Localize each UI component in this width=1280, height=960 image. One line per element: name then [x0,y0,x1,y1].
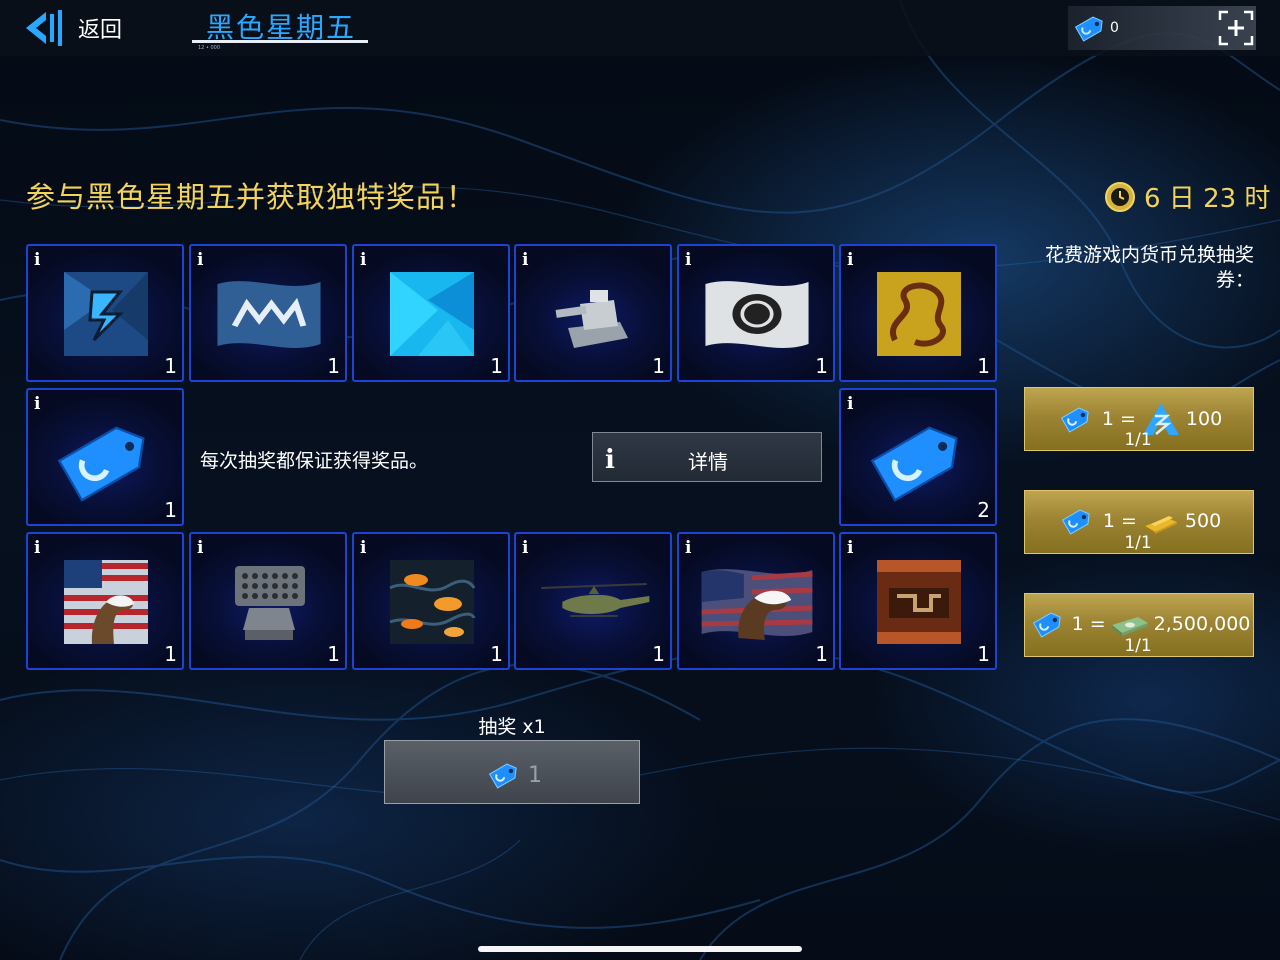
camo-cyan-icon [390,272,474,356]
offer-amount: 500 [1184,510,1222,532]
exchange-title: 花费游戏内货币兑换抽奖券： [1044,244,1254,291]
draw-cost-value: 1 [528,762,542,788]
clock-icon [1105,181,1135,212]
info-icon[interactable]: i [34,396,40,413]
top-bar: 返回 黑色星期五 12 • 000 0 [0,0,1280,56]
info-icon[interactable]: i [522,540,528,557]
offer-lhs: 1 = [1101,408,1136,430]
details-label: 详情 [688,450,728,474]
info-icon[interactable]: i [197,252,203,269]
tab-subtitle: 12 • 000 [198,45,221,51]
back-button[interactable]: 返回 [24,8,122,48]
back-logo-icon [26,10,62,46]
gold-bar-icon [1144,516,1177,534]
prize-cell[interactable]: i 1 [352,244,510,382]
offer-lhs: 1 = [1102,510,1137,532]
sigil-logo-camo-icon [64,272,148,356]
plus-icon[interactable] [1218,10,1254,46]
cash-icon [1111,617,1148,636]
offer-limit: 1/1 [1124,636,1152,656]
info-icon[interactable]: i [197,540,203,557]
flag-white-emblem-icon [705,281,809,348]
prize-qty: 1 [977,642,990,666]
timer-text: 6 日 23 时 [1144,184,1271,214]
back-label: 返回 [78,18,123,43]
info-icon[interactable]: i [685,540,691,557]
offer-amount: 100 [1185,408,1223,430]
prize-cell[interactable]: i 1 [189,244,347,382]
guarantee-text: 每次抽奖都保证获得奖品。 [200,450,429,472]
flag-eagle-icon [701,569,813,640]
lottery-ticket-icon [57,426,145,502]
camo-koi-icon [389,560,476,644]
prize-qty: 1 [490,642,503,666]
prize-qty: 1 [490,354,503,378]
prize-qty: 1 [164,354,177,378]
event-timer: 6 日 23 时 [1104,178,1270,215]
prize-cell[interactable]: i 1 [677,532,835,670]
details-button[interactable]: i 详情 [592,432,822,482]
offer-limit: 1/1 [1124,533,1152,553]
ticket-icon [1074,16,1103,42]
prize-cell[interactable]: i 1 [514,532,672,670]
camo-eagle-flag-icon [64,560,148,644]
prize-qty: 1 [977,354,990,378]
exchange-offer-gold[interactable]: 1 = 500 1/1 [1024,490,1254,554]
exchange-offer-cash[interactable]: 1 = 2,500,000 1/1 [1024,593,1254,657]
prize-qty: 1 [327,642,340,666]
prize-cell[interactable]: i 1 [514,244,672,382]
draw-button[interactable]: 1 [384,740,640,804]
home-indicator[interactable] [478,946,802,952]
info-icon[interactable]: i [847,252,853,269]
exchange-offer-premium[interactable]: 1 = 100 1/1 [1024,387,1254,451]
prize-qty: 1 [815,642,828,666]
prize-qty: 1 [652,354,665,378]
tab-underline [192,40,368,43]
prize-qty: 1 [164,498,177,522]
prize-cell[interactable]: i 1 [26,244,184,382]
info-icon[interactable]: i [522,252,528,269]
prize-cell[interactable]: i 1 [677,244,835,382]
offer-limit: 1/1 [1124,430,1152,450]
prize-cell[interactable]: i 1 [839,244,997,382]
ticket-count: 0 [1110,20,1119,36]
lottery-ticket-icon [870,426,958,502]
rocket-launcher-module-icon [235,566,305,640]
offer-amount: 2,500,000 [1153,613,1251,635]
helicopter-icon [541,583,650,617]
info-icon[interactable]: i [685,252,691,269]
prize-qty: 1 [327,354,340,378]
prize-cell[interactable]: i 1 [839,532,997,670]
prize-qty: 2 [977,498,990,522]
draw-label: 抽奖 x1 [478,716,546,738]
flag-mw-blue-icon [217,281,321,348]
info-icon[interactable]: i [847,540,853,557]
info-icon[interactable]: i [360,252,366,269]
info-icon[interactable]: i [847,396,853,413]
info-icon[interactable]: i [34,540,40,557]
tab-black-friday[interactable]: 黑色星期五 12 • 000 [192,2,368,51]
offer-lhs: 1 = [1071,613,1106,635]
camo-aztec-icon [877,560,961,644]
prize-qty: 1 [652,642,665,666]
prize-cell[interactable]: i 1 [352,532,510,670]
turret-module-icon [555,290,628,348]
prize-cell[interactable]: i 1 [26,388,184,526]
ticket-wallet: 0 [1068,6,1256,50]
prize-qty: 1 [164,642,177,666]
info-icon[interactable]: i [34,252,40,269]
prize-qty: 1 [815,354,828,378]
event-headline: 参与黑色星期五并获取独特奖品！ [26,180,477,214]
camo-gold-dragon-icon [877,272,961,356]
prize-cell[interactable]: i 1 [189,532,347,670]
prize-cell[interactable]: i 1 [26,532,184,670]
info-icon[interactable]: i [360,540,366,557]
prize-cell[interactable]: i 2 [839,388,997,526]
ticket-icon [488,763,517,789]
draw-cost: 1 [385,759,641,791]
